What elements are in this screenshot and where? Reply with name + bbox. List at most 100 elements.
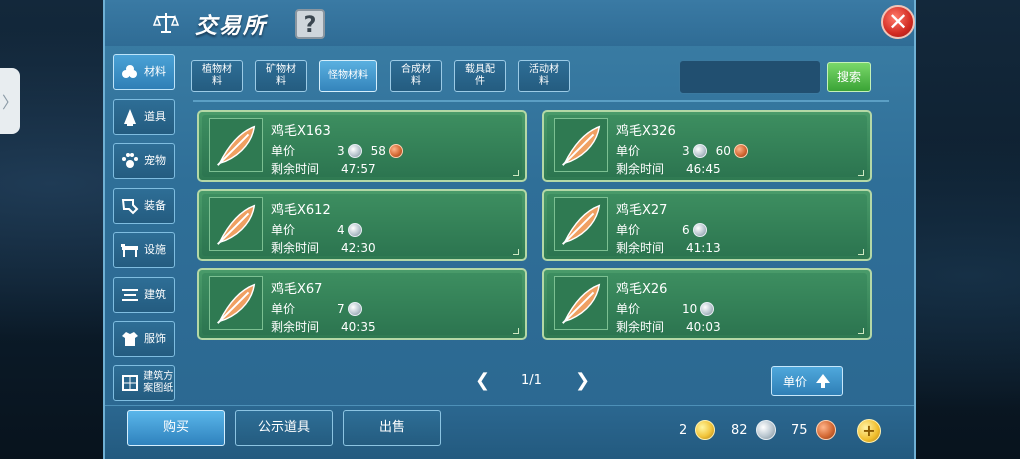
feather-icon xyxy=(209,276,263,330)
category-materials[interactable]: 材料 xyxy=(113,54,175,90)
time-row: 剩余时间 42:30 xyxy=(271,239,376,256)
price-row: 单价 6 xyxy=(616,221,710,238)
listing-name: 鸡毛X326 xyxy=(616,124,676,139)
add-currency-button[interactable]: + xyxy=(857,419,881,443)
copper-coin-icon xyxy=(733,143,748,158)
corner-mark xyxy=(858,328,864,334)
close-button[interactable]: ✕ xyxy=(881,5,915,39)
time-remaining: 47:57 xyxy=(341,161,376,176)
category-label: 服饰 xyxy=(144,332,166,345)
pet-paw-icon xyxy=(120,151,140,171)
category-label: 建筑 xyxy=(144,288,166,301)
price-row: 单价 4 xyxy=(271,221,365,238)
category-pets[interactable]: 宠物 xyxy=(113,143,175,179)
time-label: 剩余时间 xyxy=(271,241,320,255)
silver-coin-icon xyxy=(347,301,362,316)
materials-icon xyxy=(120,62,140,82)
silver-amount: 7 xyxy=(337,301,345,316)
next-page-button[interactable]: ❯ xyxy=(575,370,590,391)
copper-amount: 75 xyxy=(791,422,808,438)
price-label: 单价 xyxy=(616,302,641,316)
sort-label: 单价 xyxy=(782,374,807,389)
subtab-mineral-materials[interactable]: 矿物材料 xyxy=(255,60,307,92)
corner-mark xyxy=(513,328,519,334)
gold-coin-icon xyxy=(695,420,716,440)
subtab-plant-materials[interactable]: 植物材料 xyxy=(191,60,243,92)
subtab-event-materials[interactable]: 活动材料 xyxy=(518,60,570,92)
listing-card[interactable]: 鸡毛X163 单价 3 58 剩余时间 47:57 xyxy=(197,110,527,182)
listing-card[interactable]: 鸡毛X612 单价 4 剩余时间 42:30 xyxy=(197,189,527,261)
subtab-vehicle-parts[interactable]: 载具配件 xyxy=(454,60,506,92)
time-row: 剩余时间 41:13 xyxy=(616,239,721,256)
silver-balance: 82 xyxy=(731,420,779,440)
silver-amount: 6 xyxy=(682,222,690,237)
listing-name: 鸡毛X26 xyxy=(616,282,668,297)
search-button[interactable]: 搜索 xyxy=(827,62,871,92)
side-tab-arrow: 〉 xyxy=(1,93,18,112)
listing-card[interactable]: 鸡毛X27 单价 6 剩余时间 41:13 xyxy=(542,189,872,261)
silver-amount: 3 xyxy=(337,143,345,158)
clothing-icon xyxy=(120,329,140,349)
time-label: 剩余时间 xyxy=(271,162,320,176)
time-row: 剩余时间 40:35 xyxy=(271,318,376,335)
category-buildings[interactable]: 建筑 xyxy=(113,277,175,313)
silver-amount: 82 xyxy=(731,422,748,438)
silver-amount: 3 xyxy=(682,143,690,158)
category-equipment[interactable]: 装备 xyxy=(113,188,175,224)
equipment-icon xyxy=(120,196,140,216)
page-indicator: 1/1 xyxy=(521,373,542,388)
listing-card[interactable]: 鸡毛X326 单价 3 60 剩余时间 46:45 xyxy=(542,110,872,182)
facility-icon xyxy=(120,240,140,260)
title-bar: 交易所 ? ✕ xyxy=(105,0,915,46)
category-clothing[interactable]: 服饰 xyxy=(113,321,175,357)
item-icon xyxy=(120,107,140,127)
price-label: 单价 xyxy=(616,144,641,158)
feather-icon xyxy=(209,118,263,172)
price-label: 单价 xyxy=(271,223,296,237)
time-remaining: 41:13 xyxy=(686,240,721,255)
silver-coin-icon xyxy=(692,143,707,158)
copper-amount: 60 xyxy=(715,143,731,158)
exchange-panel: 交易所 ? ✕ 材料 道具 宠物 装备 设施 建筑 服饰 建筑方案图纸 植物材料… xyxy=(103,0,916,459)
time-label: 剩余时间 xyxy=(616,241,665,255)
category-label: 材料 xyxy=(144,65,166,78)
category-items[interactable]: 道具 xyxy=(113,99,175,135)
sell-button[interactable]: 出售 xyxy=(343,410,441,446)
listing-card[interactable]: 鸡毛X26 单价 10 剩余时间 40:03 xyxy=(542,268,872,340)
help-button[interactable]: ? xyxy=(295,9,325,39)
price-row: 单价 3 60 xyxy=(616,142,751,159)
time-row: 剩余时间 46:45 xyxy=(616,160,721,177)
category-label: 宠物 xyxy=(144,154,166,167)
time-remaining: 40:03 xyxy=(686,319,721,334)
silver-coin-icon xyxy=(755,420,776,440)
public-items-button[interactable]: 公示道具 xyxy=(235,410,333,446)
time-row: 剩余时间 40:03 xyxy=(616,318,721,335)
sort-by-price-button[interactable]: 单价 xyxy=(771,366,843,396)
subtab-monster-materials[interactable]: 怪物材料 xyxy=(319,60,377,92)
side-drawer-tab[interactable]: 〉 xyxy=(0,68,20,134)
listing-card[interactable]: 鸡毛X67 单价 7 剩余时间 40:35 xyxy=(197,268,527,340)
corner-mark xyxy=(513,249,519,255)
pagination: ❮ 1/1 ❯ xyxy=(475,370,675,394)
copper-coin-icon xyxy=(815,420,836,440)
category-facilities[interactable]: 设施 xyxy=(113,232,175,268)
buy-button[interactable]: 购买 xyxy=(127,410,225,446)
subtab-composite-materials[interactable]: 合成材料 xyxy=(390,60,442,92)
time-remaining: 46:45 xyxy=(686,161,721,176)
gold-amount: 2 xyxy=(679,422,688,438)
prev-page-button[interactable]: ❮ xyxy=(475,370,490,391)
divider xyxy=(193,100,889,102)
time-row: 剩余时间 47:57 xyxy=(271,160,376,177)
listing-name: 鸡毛X163 xyxy=(271,124,331,139)
silver-amount: 4 xyxy=(337,222,345,237)
silver-coin-icon xyxy=(347,222,362,237)
category-label: 道具 xyxy=(144,110,166,123)
corner-mark xyxy=(858,170,864,176)
category-blueprints[interactable]: 建筑方案图纸 xyxy=(113,365,175,401)
search-input[interactable] xyxy=(679,60,821,94)
listing-name: 鸡毛X612 xyxy=(271,203,331,218)
price-label: 单价 xyxy=(271,144,296,158)
time-label: 剩余时间 xyxy=(616,162,665,176)
category-label: 装备 xyxy=(144,199,166,212)
price-row: 单价 10 xyxy=(616,300,717,317)
